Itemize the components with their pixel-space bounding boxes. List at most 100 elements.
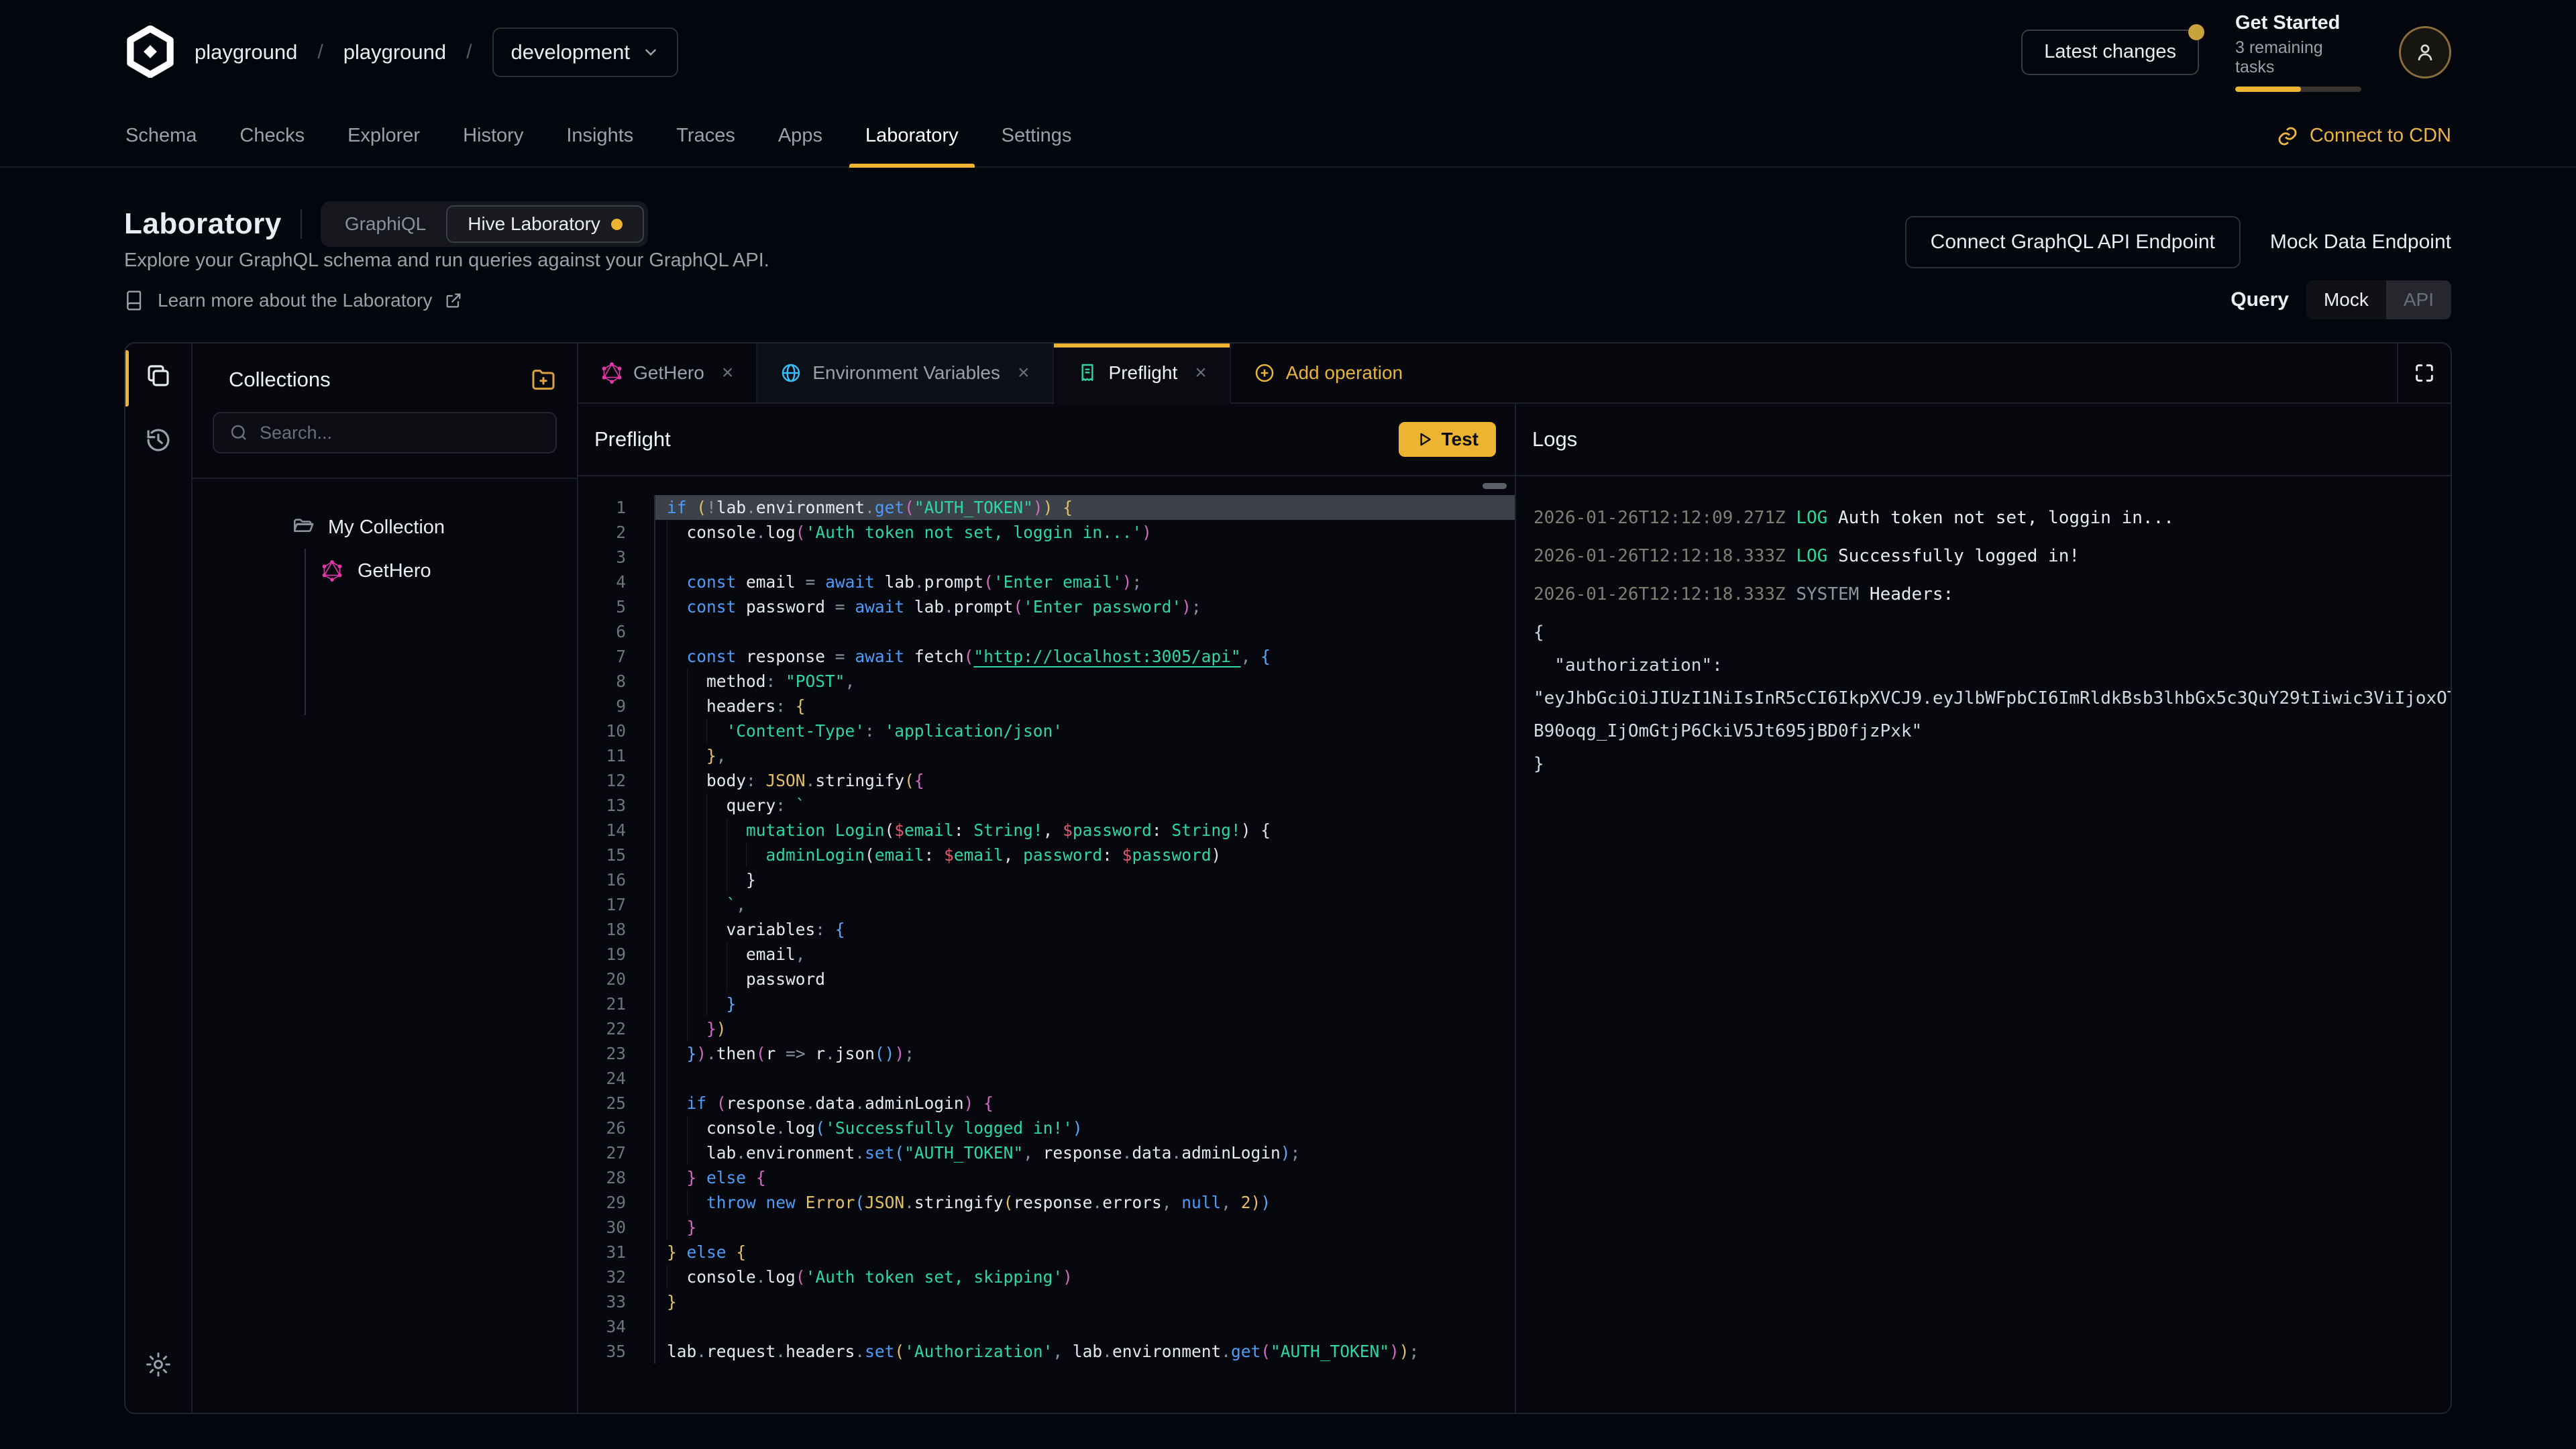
code-line[interactable]: 29throw new Error(JSON.stringify(respons… [578, 1190, 1515, 1215]
nav-tab-checks[interactable]: Checks [223, 104, 321, 168]
notification-dot [2188, 24, 2204, 40]
code-line[interactable]: 15adminLogin(email: $email, password: $p… [578, 843, 1515, 867]
code-line[interactable]: 26console.log('Successfully logged in!') [578, 1116, 1515, 1140]
line-number: 9 [578, 694, 655, 718]
code-line[interactable]: 11}, [578, 743, 1515, 768]
code-line[interactable]: 22}) [578, 1016, 1515, 1041]
line-number: 13 [578, 793, 655, 818]
collection-operation-gethero[interactable]: GetHero [193, 550, 577, 592]
code-line[interactable]: 1if (!lab.environment.get("AUTH_TOKEN"))… [578, 495, 1515, 520]
query-mode-mock[interactable]: Mock [2306, 280, 2386, 319]
query-mode-api[interactable]: API [2386, 280, 2451, 319]
code-line[interactable]: 18variables: { [578, 917, 1515, 942]
close-tab-icon[interactable]: × [722, 362, 734, 384]
close-tab-icon[interactable]: × [1195, 362, 1207, 384]
mode-option-hive-laboratory[interactable]: Hive Laboratory [446, 205, 644, 243]
code-line[interactable]: 16} [578, 867, 1515, 892]
code-line[interactable]: 9headers: { [578, 694, 1515, 718]
code-line[interactable]: 10'Content-Type': 'application/json' [578, 718, 1515, 743]
fullscreen-button[interactable] [2397, 343, 2451, 402]
code-line[interactable]: 19email, [578, 942, 1515, 967]
line-number: 17 [578, 892, 655, 917]
code-line[interactable]: 14mutation Login($email: String!, $passw… [578, 818, 1515, 843]
code-line[interactable]: 6 [578, 619, 1515, 644]
tab-gethero[interactable]: GetHero× [578, 343, 757, 402]
code-line[interactable]: 35lab.request.headers.set('Authorization… [578, 1339, 1515, 1364]
history-icon [144, 426, 172, 454]
nav-tab-laboratory[interactable]: Laboratory [849, 104, 975, 168]
add-operation-button[interactable]: Add operation [1231, 343, 1426, 402]
nav-tab-traces[interactable]: Traces [660, 104, 751, 168]
tab-preflight[interactable]: Preflight × [1054, 343, 1231, 404]
code-line[interactable]: 8method: "POST", [578, 669, 1515, 694]
code-line[interactable]: 30} [578, 1215, 1515, 1240]
connect-endpoint-label: Connect GraphQL API Endpoint [1931, 231, 2215, 254]
gear-icon [144, 1350, 172, 1379]
nav-tab-insights[interactable]: Insights [550, 104, 649, 168]
code-line[interactable]: 12body: JSON.stringify({ [578, 768, 1515, 793]
history-rail-button[interactable] [125, 408, 192, 472]
collections-title: Collections [229, 368, 331, 392]
line-number: 33 [578, 1289, 655, 1314]
nav-tab-explorer[interactable]: Explorer [331, 104, 436, 168]
tab-environment-variables[interactable]: Environment Variables× [757, 343, 1053, 402]
nav-tab-apps[interactable]: Apps [762, 104, 839, 168]
collections-search[interactable] [213, 412, 557, 453]
code-line[interactable]: 13query: ` [578, 793, 1515, 818]
collections-search-input[interactable] [260, 423, 541, 443]
test-button[interactable]: Test [1399, 422, 1497, 457]
close-tab-icon[interactable]: × [1018, 362, 1030, 384]
preflight-code-editor[interactable]: 1if (!lab.environment.get("AUTH_TOKEN"))… [578, 476, 1515, 1413]
line-number: 4 [578, 570, 655, 594]
nav-tab-history[interactable]: History [447, 104, 539, 168]
tab-label: Preflight [1109, 362, 1178, 384]
code-line[interactable]: 7const response = await fetch("http://lo… [578, 644, 1515, 669]
breadcrumb-org[interactable]: playground [195, 40, 297, 64]
line-content: } [655, 991, 1515, 1016]
line-content [655, 545, 1515, 570]
operation-tab-bar: GetHero×Environment Variables× Preflight ×… [578, 343, 2451, 404]
new-collection-icon[interactable] [530, 366, 557, 393]
code-line[interactable]: 31} else { [578, 1240, 1515, 1265]
collections-rail-button[interactable] [125, 343, 192, 408]
code-line[interactable]: 20password [578, 967, 1515, 991]
code-line[interactable]: 24 [578, 1066, 1515, 1091]
breadcrumb-project[interactable]: playground [343, 40, 446, 64]
nav-tab-schema[interactable]: Schema [109, 104, 213, 168]
get-started-widget[interactable]: Get Started 3 remaining tasks [2235, 12, 2363, 92]
line-number: 19 [578, 942, 655, 967]
query-label: Query [2231, 288, 2289, 311]
code-line[interactable]: 5const password = await lab.prompt('Ente… [578, 594, 1515, 619]
code-line[interactable]: 4const email = await lab.prompt('Enter e… [578, 570, 1515, 594]
code-line[interactable]: 27lab.environment.set("AUTH_TOKEN", resp… [578, 1140, 1515, 1165]
mock-endpoint-button[interactable]: Mock Data Endpoint [2270, 231, 2451, 254]
logs-output: 2026-01-26T12:12:09.271Z LOG Auth token … [1516, 476, 2451, 1413]
learn-more-link[interactable]: Learn more about the Laboratory [124, 290, 463, 311]
code-line[interactable]: 34 [578, 1314, 1515, 1339]
mode-option-graphiql[interactable]: GraphiQL [325, 205, 446, 243]
connect-cdn-link[interactable]: Connect to CDN [2276, 104, 2451, 168]
code-line[interactable]: 2console.log('Auth token not set, loggin… [578, 520, 1515, 545]
code-line[interactable]: 21} [578, 991, 1515, 1016]
editor-scrollbar[interactable] [1483, 483, 1507, 489]
code-line[interactable]: 3 [578, 545, 1515, 570]
line-number: 22 [578, 1016, 655, 1041]
target-selector[interactable]: development [492, 28, 679, 77]
code-line[interactable]: 25if (response.data.adminLogin) { [578, 1091, 1515, 1116]
latest-changes-button[interactable]: Latest changes [2021, 30, 2199, 75]
hive-logo-icon[interactable] [124, 25, 176, 78]
code-line[interactable]: 17`, [578, 892, 1515, 917]
collection-folder[interactable]: My Collection [193, 508, 577, 546]
line-number: 15 [578, 843, 655, 867]
settings-rail-button[interactable] [125, 1332, 192, 1397]
code-line[interactable]: 28} else { [578, 1165, 1515, 1190]
nav-tab-settings[interactable]: Settings [985, 104, 1088, 168]
code-line[interactable]: 23}).then(r => r.json()); [578, 1041, 1515, 1066]
user-avatar[interactable] [2399, 26, 2451, 78]
line-content: }, [655, 743, 1515, 768]
beta-dot [611, 219, 623, 230]
line-number: 25 [578, 1091, 655, 1116]
connect-endpoint-button[interactable]: Connect GraphQL API Endpoint [1905, 216, 2241, 268]
code-line[interactable]: 33} [578, 1289, 1515, 1314]
code-line[interactable]: 32console.log('Auth token set, skipping'… [578, 1265, 1515, 1289]
